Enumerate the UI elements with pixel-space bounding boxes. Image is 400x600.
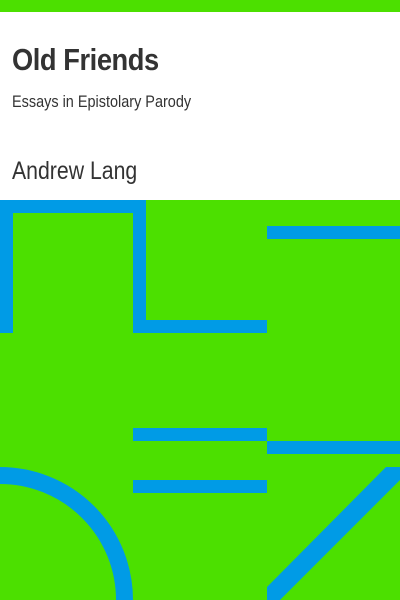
cover-pattern bbox=[0, 200, 400, 600]
pattern-diagonal bbox=[267, 467, 400, 600]
pattern-right-bar bbox=[267, 441, 400, 454]
pattern-mid-vertical bbox=[133, 200, 146, 333]
pattern-center-bar-1 bbox=[133, 428, 267, 441]
pattern-right-top-bar bbox=[267, 226, 400, 239]
pattern-arc bbox=[0, 467, 133, 600]
pattern-left-vertical bbox=[0, 200, 13, 333]
pattern-mid-horizontal bbox=[133, 320, 267, 333]
pattern-top-horizontal bbox=[0, 200, 146, 213]
pattern-center-bar-2 bbox=[133, 480, 267, 493]
